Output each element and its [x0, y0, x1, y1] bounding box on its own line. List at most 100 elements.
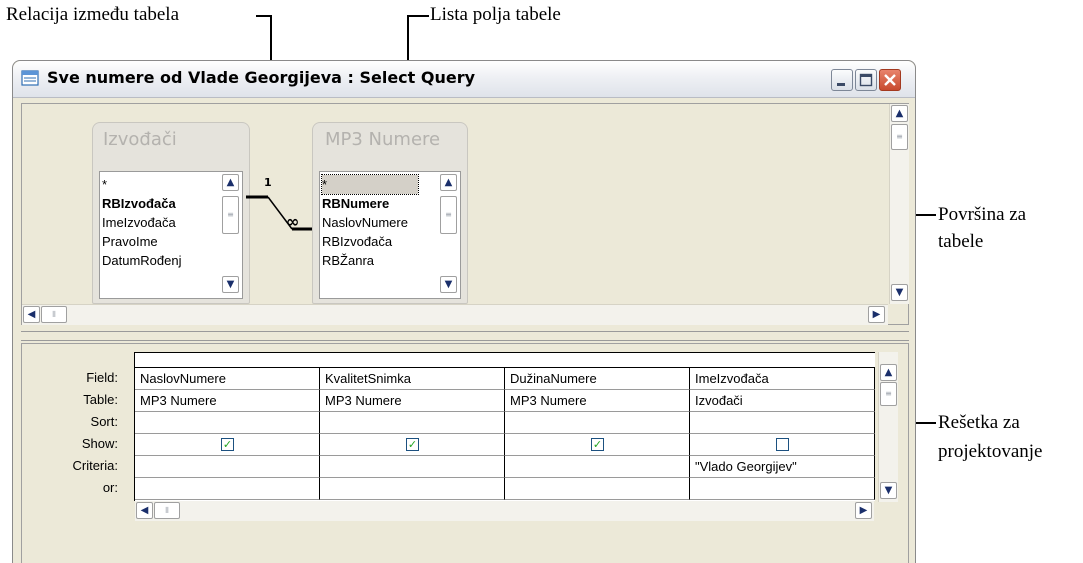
- scroll-down-icon[interactable]: ▼: [440, 276, 457, 293]
- field-list-scrollbar[interactable]: ▲ ≡ ▼: [222, 172, 240, 296]
- table-area-callout-line2: tabele: [938, 231, 984, 252]
- table-box-izvodjaci[interactable]: Izvođači * RBIzvođača ImeIzvođača PravoI…: [92, 122, 250, 304]
- scroll-down-icon[interactable]: ▼: [222, 276, 239, 293]
- table-box-mp3-numere[interactable]: MP3 Numere * RBNumere NaslovNumere RBIzv…: [312, 122, 468, 304]
- field-cell[interactable]: NaslovNumere: [135, 368, 320, 390]
- relation-callout: Relacija između tabela: [6, 4, 180, 25]
- design-grid-area[interactable]: Field: Table: Sort: Show: Criteria: or: …: [21, 343, 909, 563]
- scroll-up-icon[interactable]: ▲: [222, 174, 239, 191]
- grid-vertical-scrollbar[interactable]: ▲ ≡ ▼: [878, 352, 898, 502]
- grid-horizontal-scrollbar[interactable]: ◀ ⦀ ▶: [135, 501, 874, 521]
- table-box-title: Izvođači: [103, 129, 177, 150]
- field-cell[interactable]: KvalitetSnimka: [320, 368, 505, 390]
- field-item-key[interactable]: RBNumere: [322, 194, 389, 213]
- criteria-cell[interactable]: [505, 456, 690, 478]
- field-cell[interactable]: ImeIzvođača: [690, 368, 875, 390]
- scroll-thumb[interactable]: ≡: [891, 124, 908, 150]
- table-area-horizontal-scrollbar[interactable]: ◀ ⦀ ▶: [22, 304, 888, 325]
- scroll-right-icon[interactable]: ▶: [855, 502, 872, 519]
- maximize-button[interactable]: [855, 69, 877, 91]
- scroll-thumb[interactable]: ≡: [222, 196, 239, 234]
- row-label-table: Table:: [83, 392, 118, 407]
- criteria-cell[interactable]: [135, 456, 320, 478]
- criteria-cell[interactable]: "Vlado Georgijev": [690, 456, 875, 478]
- grid-column[interactable]: ImeIzvođača Izvođači "Vlado Georgijev": [690, 368, 875, 500]
- scroll-left-icon[interactable]: ◀: [136, 502, 153, 519]
- row-label-or: or:: [102, 480, 118, 495]
- pane-splitter[interactable]: [21, 331, 909, 341]
- field-item[interactable]: PravoIme: [102, 232, 158, 251]
- field-item[interactable]: RBŽanra: [322, 251, 374, 270]
- grid-column[interactable]: DužinaNumere MP3 Numere ✓: [505, 368, 690, 500]
- close-icon: [884, 74, 896, 86]
- scroll-thumb[interactable]: ⦀: [154, 502, 180, 519]
- column-selector-row[interactable]: [135, 353, 875, 368]
- scroll-up-icon[interactable]: ▲: [880, 364, 897, 381]
- or-cell[interactable]: [690, 478, 875, 500]
- scroll-up-icon[interactable]: ▲: [891, 105, 908, 122]
- show-cell[interactable]: ✓: [505, 434, 690, 456]
- scroll-right-icon[interactable]: ▶: [868, 306, 885, 323]
- table-cell[interactable]: Izvođači: [690, 390, 875, 412]
- field-item[interactable]: RBIzvođača: [322, 232, 392, 251]
- field-item-key[interactable]: RBIzvođača: [102, 194, 176, 213]
- table-box-title: MP3 Numere: [325, 129, 441, 150]
- field-item-selected[interactable]: *: [321, 174, 419, 195]
- field-item[interactable]: ImeIzvođača: [102, 213, 176, 232]
- table-cell[interactable]: MP3 Numere: [135, 390, 320, 412]
- scroll-thumb[interactable]: ⦀: [41, 306, 67, 323]
- window-title: Sve numere od Vlade Georgijeva : Select …: [47, 68, 476, 87]
- query-icon: [21, 70, 39, 86]
- field-item[interactable]: DatumRođenj: [102, 251, 182, 270]
- row-label-sort: Sort:: [90, 414, 118, 429]
- show-cell[interactable]: ✓: [135, 434, 320, 456]
- relation-many-label: ∞: [286, 212, 300, 231]
- table-area-callout: Površina za: [938, 204, 1027, 225]
- field-list-scrollbar[interactable]: ▲ ≡ ▼: [440, 172, 458, 296]
- show-cell[interactable]: [690, 434, 875, 456]
- relationship-line[interactable]: [246, 184, 320, 244]
- table-area[interactable]: Izvođači * RBIzvođača ImeIzvođača PravoI…: [21, 103, 909, 325]
- design-grid[interactable]: NaslovNumere MP3 Numere ✓ KvalitetSnimka…: [134, 352, 875, 501]
- show-checkbox[interactable]: ✓: [591, 438, 604, 451]
- scroll-thumb[interactable]: ≡: [440, 196, 457, 234]
- sort-cell[interactable]: [690, 412, 875, 434]
- field-list-callout-line: [407, 15, 429, 17]
- table-cell[interactable]: MP3 Numere: [505, 390, 690, 412]
- title-bar[interactable]: Sve numere od Vlade Georgijeva : Select …: [13, 61, 915, 98]
- or-cell[interactable]: [320, 478, 505, 500]
- or-cell[interactable]: [505, 478, 690, 500]
- field-list[interactable]: * RBIzvođača ImeIzvođača PravoIme DatumR…: [99, 171, 243, 299]
- show-checkbox[interactable]: ✓: [221, 438, 234, 451]
- grid-column[interactable]: NaslovNumere MP3 Numere ✓: [135, 368, 320, 500]
- sort-cell[interactable]: [135, 412, 320, 434]
- minimize-button[interactable]: [831, 69, 853, 91]
- query-window: Sve numere od Vlade Georgijeva : Select …: [12, 60, 916, 563]
- minimize-icon: [837, 83, 845, 86]
- criteria-cell[interactable]: [320, 456, 505, 478]
- show-checkbox-unchecked[interactable]: [776, 438, 789, 451]
- relation-one-label: 1: [264, 176, 272, 189]
- sort-cell[interactable]: [320, 412, 505, 434]
- show-cell[interactable]: ✓: [320, 434, 505, 456]
- table-cell[interactable]: MP3 Numere: [320, 390, 505, 412]
- show-checkbox[interactable]: ✓: [406, 438, 419, 451]
- design-grid-callout-line2: projektovanje: [938, 441, 1043, 462]
- or-cell[interactable]: [135, 478, 320, 500]
- scroll-down-icon[interactable]: ▼: [891, 284, 908, 301]
- close-button[interactable]: [879, 69, 901, 91]
- field-list[interactable]: * RBNumere NaslovNumere RBIzvođača RBŽan…: [319, 171, 461, 299]
- row-label-field: Field:: [86, 370, 118, 385]
- scroll-left-icon[interactable]: ◀: [23, 306, 40, 323]
- field-item[interactable]: *: [102, 175, 107, 194]
- scroll-down-icon[interactable]: ▼: [880, 482, 897, 499]
- table-area-vertical-scrollbar[interactable]: ▲ ≡ ▼: [889, 104, 909, 304]
- field-item[interactable]: NaslovNumere: [322, 213, 420, 232]
- scroll-up-icon[interactable]: ▲: [440, 174, 457, 191]
- maximize-icon: [859, 73, 873, 87]
- scroll-thumb[interactable]: ≡: [880, 382, 897, 406]
- sort-cell[interactable]: [505, 412, 690, 434]
- field-cell[interactable]: DužinaNumere: [505, 368, 690, 390]
- grid-column[interactable]: KvalitetSnimka MP3 Numere ✓: [320, 368, 505, 500]
- design-grid-callout: Rešetka za: [938, 412, 1020, 433]
